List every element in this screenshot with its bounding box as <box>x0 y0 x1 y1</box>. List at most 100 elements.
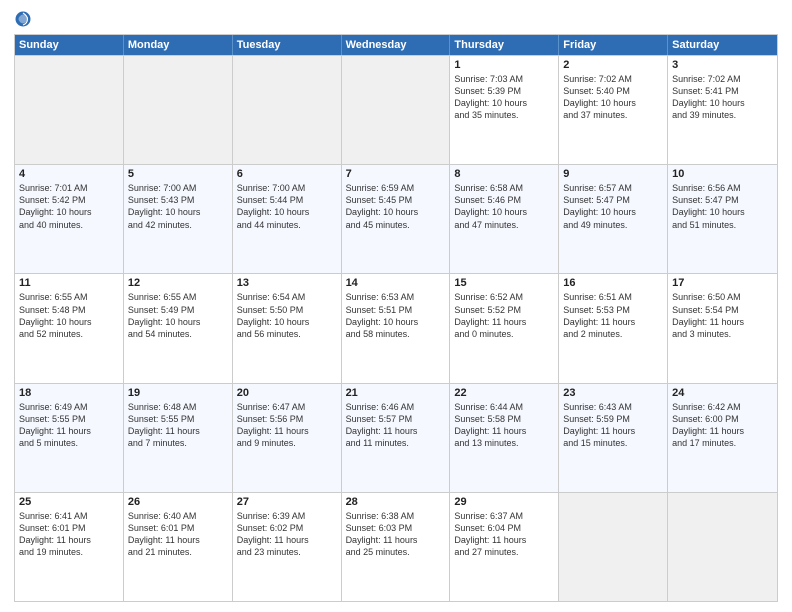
weekday-header-thursday: Thursday <box>450 35 559 55</box>
logo <box>14 10 34 28</box>
day-info: Sunrise: 6:49 AM Sunset: 5:55 PM Dayligh… <box>19 401 119 450</box>
calendar-cell-day-29: 29 Sunrise: 6:37 AM Sunset: 6:04 PM Dayli… <box>450 493 559 601</box>
day-number: 29 <box>454 496 554 508</box>
day-number: 16 <box>563 277 663 289</box>
calendar-cell-day-26: 26 Sunrise: 6:40 AM Sunset: 6:01 PM Dayli… <box>124 493 233 601</box>
calendar: SundayMondayTuesdayWednesdayThursdayFrid… <box>14 34 778 602</box>
calendar-cell-day-22: 22Sunrise: 6:44 AM Sunset: 5:58 PM Dayli… <box>450 384 559 492</box>
header <box>14 10 778 28</box>
day-number: 28 <box>346 496 446 508</box>
day-info: Sunrise: 6:57 AM Sunset: 5:47 PM Dayligh… <box>563 182 663 231</box>
calendar-cell-day-4: 4Sunrise: 7:01 AM Sunset: 5:42 PM Daylig… <box>15 165 124 273</box>
day-number: 15 <box>454 277 554 289</box>
day-number: 5 <box>128 168 228 180</box>
calendar-cell-day-10: 10Sunrise: 6:56 AM Sunset: 5:47 PM Dayli… <box>668 165 777 273</box>
day-number: 20 <box>237 387 337 399</box>
day-number: 24 <box>672 387 773 399</box>
calendar-cell-day-19: 19Sunrise: 6:48 AM Sunset: 5:55 PM Dayli… <box>124 384 233 492</box>
calendar-cell-empty <box>559 493 668 601</box>
page: SundayMondayTuesdayWednesdayThursdayFrid… <box>0 0 792 612</box>
calendar-cell-day-7: 7Sunrise: 6:59 AM Sunset: 5:45 PM Daylig… <box>342 165 451 273</box>
day-number: 21 <box>346 387 446 399</box>
day-info: Sunrise: 6:53 AM Sunset: 5:51 PM Dayligh… <box>346 291 446 340</box>
day-info: Sunrise: 6:54 AM Sunset: 5:50 PM Dayligh… <box>237 291 337 340</box>
calendar-cell-day-3: 3 Sunrise: 7:02 AM Sunset: 5:41 PM Daylig… <box>668 56 777 164</box>
day-info: Sunrise: 6:43 AM Sunset: 5:59 PM Dayligh… <box>563 401 663 450</box>
weekday-header-tuesday: Tuesday <box>233 35 342 55</box>
day-info: Sunrise: 6:47 AM Sunset: 5:56 PM Dayligh… <box>237 401 337 450</box>
day-number: 17 <box>672 277 773 289</box>
day-number: 12 <box>128 277 228 289</box>
day-info: Sunrise: 6:37 AM Sunset: 6:04 PM Dayligh… <box>454 510 554 559</box>
calendar-cell-day-11: 11 Sunrise: 6:55 AM Sunset: 5:48 PM Dayli… <box>15 274 124 382</box>
calendar-cell-empty <box>342 56 451 164</box>
day-info: Sunrise: 6:48 AM Sunset: 5:55 PM Dayligh… <box>128 401 228 450</box>
day-number: 25 <box>19 496 119 508</box>
calendar-cell-day-20: 20 Sunrise: 6:47 AM Sunset: 5:56 PM Dayli… <box>233 384 342 492</box>
calendar-cell-day-15: 15 Sunrise: 6:52 AM Sunset: 5:52 PM Dayli… <box>450 274 559 382</box>
calendar-cell-day-2: 2Sunrise: 7:02 AM Sunset: 5:40 PM Daylig… <box>559 56 668 164</box>
day-info: Sunrise: 7:00 AM Sunset: 5:43 PM Dayligh… <box>128 182 228 231</box>
day-info: Sunrise: 6:46 AM Sunset: 5:57 PM Dayligh… <box>346 401 446 450</box>
day-number: 18 <box>19 387 119 399</box>
day-number: 6 <box>237 168 337 180</box>
day-number: 14 <box>346 277 446 289</box>
calendar-cell-empty <box>15 56 124 164</box>
day-number: 23 <box>563 387 663 399</box>
calendar-row-1: 4Sunrise: 7:01 AM Sunset: 5:42 PM Daylig… <box>15 164 777 273</box>
weekday-header-sunday: Sunday <box>15 35 124 55</box>
day-number: 2 <box>563 59 663 71</box>
calendar-cell-day-18: 18 Sunrise: 6:49 AM Sunset: 5:55 PM Dayli… <box>15 384 124 492</box>
logo-icon <box>14 10 32 28</box>
day-info: Sunrise: 6:44 AM Sunset: 5:58 PM Dayligh… <box>454 401 554 450</box>
calendar-cell-day-28: 28 Sunrise: 6:38 AM Sunset: 6:03 PM Dayli… <box>342 493 451 601</box>
calendar-row-0: 1Sunrise: 7:03 AM Sunset: 5:39 PM Daylig… <box>15 55 777 164</box>
day-number: 27 <box>237 496 337 508</box>
day-info: Sunrise: 6:41 AM Sunset: 6:01 PM Dayligh… <box>19 510 119 559</box>
day-number: 13 <box>237 277 337 289</box>
calendar-row-4: 25 Sunrise: 6:41 AM Sunset: 6:01 PM Dayli… <box>15 492 777 601</box>
calendar-cell-day-13: 13 Sunrise: 6:54 AM Sunset: 5:50 PM Dayli… <box>233 274 342 382</box>
calendar-body: 1Sunrise: 7:03 AM Sunset: 5:39 PM Daylig… <box>15 55 777 601</box>
day-number: 1 <box>454 59 554 71</box>
day-info: Sunrise: 6:40 AM Sunset: 6:01 PM Dayligh… <box>128 510 228 559</box>
day-info: Sunrise: 6:52 AM Sunset: 5:52 PM Dayligh… <box>454 291 554 340</box>
day-info: Sunrise: 6:42 AM Sunset: 6:00 PM Dayligh… <box>672 401 773 450</box>
day-info: Sunrise: 6:38 AM Sunset: 6:03 PM Dayligh… <box>346 510 446 559</box>
day-info: Sunrise: 6:39 AM Sunset: 6:02 PM Dayligh… <box>237 510 337 559</box>
day-number: 4 <box>19 168 119 180</box>
day-number: 3 <box>672 59 773 71</box>
calendar-cell-day-25: 25 Sunrise: 6:41 AM Sunset: 6:01 PM Dayli… <box>15 493 124 601</box>
weekday-header-wednesday: Wednesday <box>342 35 451 55</box>
calendar-cell-day-1: 1Sunrise: 7:03 AM Sunset: 5:39 PM Daylig… <box>450 56 559 164</box>
day-info: Sunrise: 6:58 AM Sunset: 5:46 PM Dayligh… <box>454 182 554 231</box>
calendar-cell-day-9: 9Sunrise: 6:57 AM Sunset: 5:47 PM Daylig… <box>559 165 668 273</box>
calendar-cell-day-8: 8 Sunrise: 6:58 AM Sunset: 5:46 PM Daylig… <box>450 165 559 273</box>
day-info: Sunrise: 6:51 AM Sunset: 5:53 PM Dayligh… <box>563 291 663 340</box>
calendar-cell-day-5: 5 Sunrise: 7:00 AM Sunset: 5:43 PM Daylig… <box>124 165 233 273</box>
calendar-cell-empty <box>233 56 342 164</box>
day-number: 8 <box>454 168 554 180</box>
day-info: Sunrise: 6:55 AM Sunset: 5:48 PM Dayligh… <box>19 291 119 340</box>
day-info: Sunrise: 6:50 AM Sunset: 5:54 PM Dayligh… <box>672 291 773 340</box>
weekday-header-monday: Monday <box>124 35 233 55</box>
calendar-cell-empty <box>668 493 777 601</box>
calendar-cell-day-14: 14 Sunrise: 6:53 AM Sunset: 5:51 PM Dayli… <box>342 274 451 382</box>
calendar-header: SundayMondayTuesdayWednesdayThursdayFrid… <box>15 35 777 55</box>
calendar-cell-day-16: 16 Sunrise: 6:51 AM Sunset: 5:53 PM Dayli… <box>559 274 668 382</box>
day-info: Sunrise: 7:02 AM Sunset: 5:41 PM Dayligh… <box>672 73 773 122</box>
calendar-cell-day-23: 23 Sunrise: 6:43 AM Sunset: 5:59 PM Dayli… <box>559 384 668 492</box>
calendar-cell-day-12: 12 Sunrise: 6:55 AM Sunset: 5:49 PM Dayli… <box>124 274 233 382</box>
calendar-cell-day-27: 27 Sunrise: 6:39 AM Sunset: 6:02 PM Dayli… <box>233 493 342 601</box>
calendar-cell-day-24: 24 Sunrise: 6:42 AM Sunset: 6:00 PM Dayli… <box>668 384 777 492</box>
day-info: Sunrise: 7:00 AM Sunset: 5:44 PM Dayligh… <box>237 182 337 231</box>
day-number: 26 <box>128 496 228 508</box>
calendar-row-3: 18 Sunrise: 6:49 AM Sunset: 5:55 PM Dayli… <box>15 383 777 492</box>
day-number: 11 <box>19 277 119 289</box>
calendar-row-2: 11 Sunrise: 6:55 AM Sunset: 5:48 PM Dayli… <box>15 273 777 382</box>
calendar-cell-day-21: 21 Sunrise: 6:46 AM Sunset: 5:57 PM Dayli… <box>342 384 451 492</box>
day-info: Sunrise: 6:55 AM Sunset: 5:49 PM Dayligh… <box>128 291 228 340</box>
calendar-cell-day-6: 6 Sunrise: 7:00 AM Sunset: 5:44 PM Daylig… <box>233 165 342 273</box>
weekday-header-friday: Friday <box>559 35 668 55</box>
day-number: 7 <box>346 168 446 180</box>
